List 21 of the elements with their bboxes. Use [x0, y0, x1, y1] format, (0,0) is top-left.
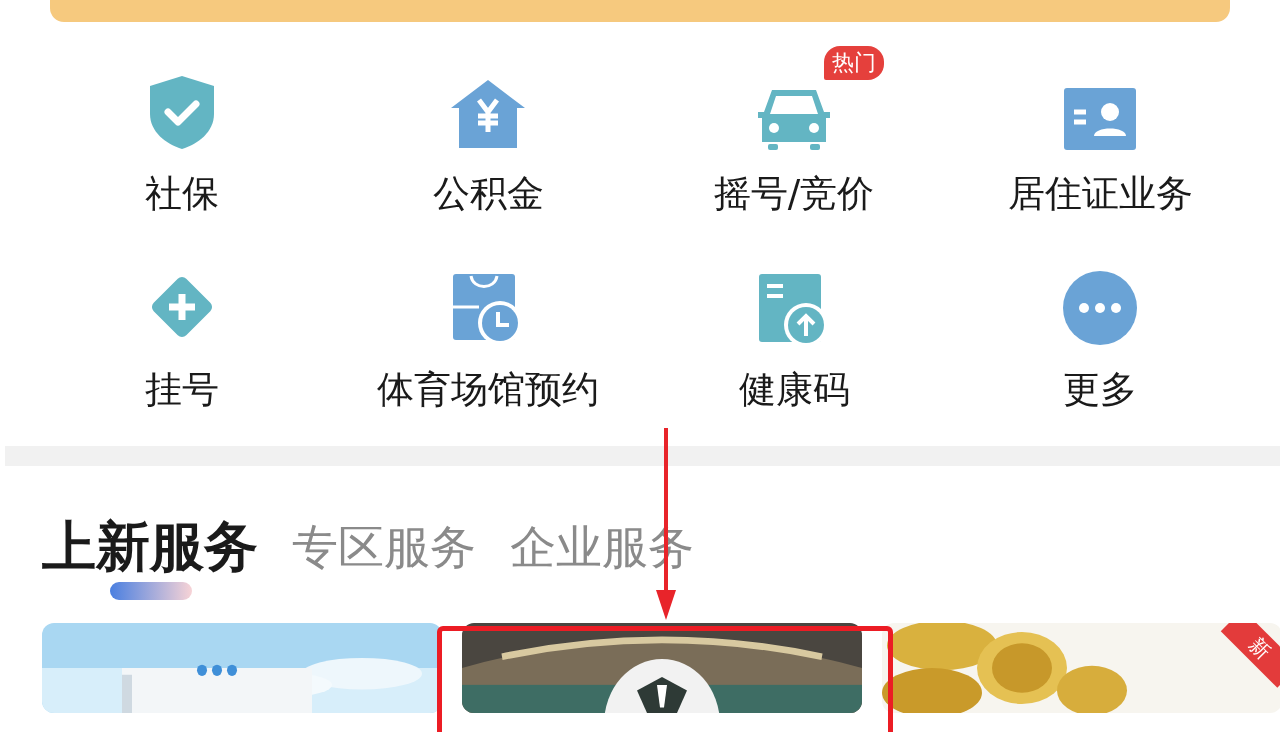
id-card-icon [1064, 88, 1136, 150]
service-item[interactable]: 居住证业务 [947, 44, 1253, 240]
service-item[interactable]: 健康码 [641, 240, 947, 436]
service-item[interactable]: 公积金 [335, 44, 641, 240]
house-yen-icon [449, 78, 527, 150]
service-item[interactable]: 更多 [947, 240, 1253, 436]
service-label: 健康码 [738, 367, 850, 413]
service-label: 社保 [145, 171, 219, 217]
service-item[interactable]: 社保 [29, 44, 335, 240]
hot-badge: 热门 [824, 46, 884, 80]
service-label: 更多 [1063, 367, 1137, 413]
service-item[interactable]: 挂号 [29, 240, 335, 436]
service-label: 体育场馆预约 [377, 367, 599, 413]
service-label: 挂号 [145, 367, 219, 413]
tab[interactable]: 上新服务 [42, 516, 258, 578]
service-label: 居住证业务 [1007, 171, 1193, 217]
service-label: 摇号/竞价 [713, 171, 875, 217]
service-label: 公积金 [432, 171, 544, 217]
service-item[interactable]: 热门 摇号/竞价 [641, 44, 947, 240]
service-item[interactable]: 体育场馆预约 [335, 240, 641, 436]
more-icon [1062, 270, 1138, 346]
